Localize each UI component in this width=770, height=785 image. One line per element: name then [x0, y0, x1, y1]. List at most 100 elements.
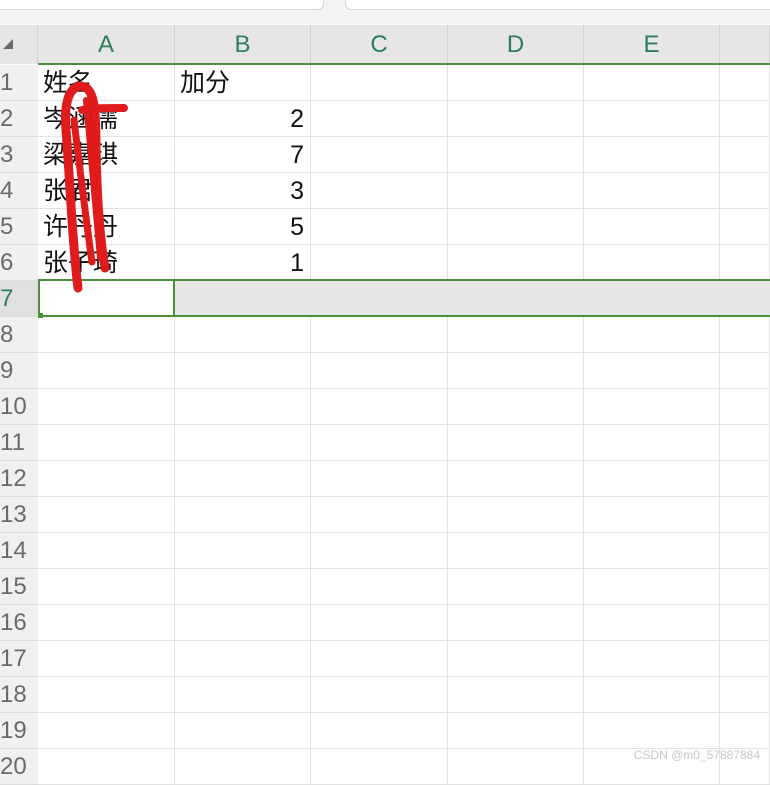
empty-cell[interactable] — [311, 65, 448, 101]
empty-cell[interactable] — [448, 677, 584, 713]
empty-cell[interactable] — [311, 173, 448, 209]
empty-cell[interactable] — [720, 389, 770, 425]
empty-cell[interactable] — [584, 317, 720, 353]
empty-cell[interactable] — [584, 389, 720, 425]
empty-cell[interactable] — [448, 245, 584, 281]
empty-cell[interactable] — [175, 533, 311, 569]
empty-cell[interactable] — [311, 389, 448, 425]
active-cell-a7[interactable] — [38, 279, 175, 317]
empty-cell[interactable] — [38, 713, 175, 749]
empty-cell[interactable] — [175, 569, 311, 605]
empty-cell[interactable] — [38, 677, 175, 713]
cell-a1[interactable]: 姓名 — [38, 65, 175, 101]
cell-a2[interactable]: 岑涵儒 — [38, 101, 175, 137]
empty-cell[interactable] — [448, 65, 584, 101]
row-header-5[interactable]: 5 — [0, 209, 38, 245]
empty-cell[interactable] — [584, 713, 720, 749]
row-header-19[interactable]: 19 — [0, 713, 38, 749]
column-header-d[interactable]: D — [448, 25, 584, 64]
empty-cell[interactable] — [175, 749, 311, 785]
empty-cell[interactable] — [38, 641, 175, 677]
empty-cell[interactable] — [448, 605, 584, 641]
cell-a4[interactable]: 张君 — [38, 173, 175, 209]
empty-cell[interactable] — [311, 569, 448, 605]
empty-cell[interactable] — [175, 497, 311, 533]
empty-cell[interactable] — [584, 101, 720, 137]
empty-cell[interactable] — [720, 317, 770, 353]
empty-cell[interactable] — [448, 209, 584, 245]
empty-cell[interactable] — [311, 245, 448, 281]
empty-cell[interactable] — [448, 569, 584, 605]
column-header-e[interactable]: E — [584, 25, 720, 64]
empty-cell[interactable] — [448, 137, 584, 173]
empty-cell[interactable] — [720, 569, 770, 605]
row-header-20[interactable]: 20 — [0, 749, 38, 785]
row-header-16[interactable]: 16 — [0, 605, 38, 641]
empty-cell[interactable] — [584, 497, 720, 533]
empty-cell[interactable] — [175, 605, 311, 641]
empty-cell[interactable] — [584, 137, 720, 173]
row-header-3[interactable]: 3 — [0, 137, 38, 173]
row-header-8[interactable]: 8 — [0, 317, 38, 353]
empty-cell[interactable] — [175, 713, 311, 749]
cell-b2[interactable]: 2 — [175, 101, 311, 137]
empty-cell[interactable] — [584, 677, 720, 713]
column-header-f[interactable] — [720, 25, 770, 64]
empty-cell[interactable] — [38, 533, 175, 569]
cell-a5[interactable]: 许丹丹 — [38, 209, 175, 245]
empty-cell[interactable] — [311, 641, 448, 677]
right-panel-tab[interactable] — [345, 0, 770, 10]
empty-cell[interactable] — [720, 677, 770, 713]
empty-cell[interactable] — [38, 461, 175, 497]
empty-cell[interactable] — [38, 389, 175, 425]
empty-cell[interactable] — [720, 353, 770, 389]
empty-cell[interactable] — [720, 425, 770, 461]
empty-cell[interactable] — [311, 713, 448, 749]
empty-cell[interactable] — [584, 425, 720, 461]
row-header-9[interactable]: 9 — [0, 353, 38, 389]
cell-b5[interactable]: 5 — [175, 209, 311, 245]
left-panel-tab[interactable] — [0, 0, 324, 10]
empty-cell[interactable] — [448, 713, 584, 749]
empty-cell[interactable] — [448, 173, 584, 209]
cell-b1[interactable]: 加分 — [175, 65, 311, 101]
row-header-14[interactable]: 14 — [0, 533, 38, 569]
empty-cell[interactable] — [311, 605, 448, 641]
row-header-10[interactable]: 10 — [0, 389, 38, 425]
empty-cell[interactable] — [448, 353, 584, 389]
empty-cell[interactable] — [720, 173, 770, 209]
row-header-15[interactable]: 15 — [0, 569, 38, 605]
empty-cell[interactable] — [720, 209, 770, 245]
empty-cell[interactable] — [584, 605, 720, 641]
empty-cell[interactable] — [311, 677, 448, 713]
row-header-11[interactable]: 11 — [0, 425, 38, 461]
empty-cell[interactable] — [448, 317, 584, 353]
empty-cell[interactable] — [175, 425, 311, 461]
empty-cell[interactable] — [311, 749, 448, 785]
empty-cell[interactable] — [584, 533, 720, 569]
empty-cell[interactable] — [448, 461, 584, 497]
row-header-1[interactable]: 1 — [0, 65, 38, 101]
empty-cell[interactable] — [311, 533, 448, 569]
row-header-13[interactable]: 13 — [0, 497, 38, 533]
row-header-2[interactable]: 2 — [0, 101, 38, 137]
empty-cell[interactable] — [311, 461, 448, 497]
row-header-4[interactable]: 4 — [0, 173, 38, 209]
column-header-b[interactable]: B — [175, 25, 311, 64]
cell-b3[interactable]: 7 — [175, 137, 311, 173]
empty-cell[interactable] — [448, 749, 584, 785]
empty-cell[interactable] — [720, 461, 770, 497]
empty-cell[interactable] — [720, 497, 770, 533]
cell-a3[interactable]: 梁嘉琪 — [38, 137, 175, 173]
empty-cell[interactable] — [584, 461, 720, 497]
empty-cell[interactable] — [311, 209, 448, 245]
empty-cell[interactable] — [584, 173, 720, 209]
empty-cell[interactable] — [720, 245, 770, 281]
empty-cell[interactable] — [720, 65, 770, 101]
select-all-corner[interactable] — [0, 25, 38, 64]
empty-cell[interactable] — [311, 497, 448, 533]
fill-handle[interactable] — [38, 313, 43, 318]
row-header-7[interactable]: 7 — [0, 281, 38, 317]
empty-cell[interactable] — [38, 605, 175, 641]
empty-cell[interactable] — [448, 497, 584, 533]
